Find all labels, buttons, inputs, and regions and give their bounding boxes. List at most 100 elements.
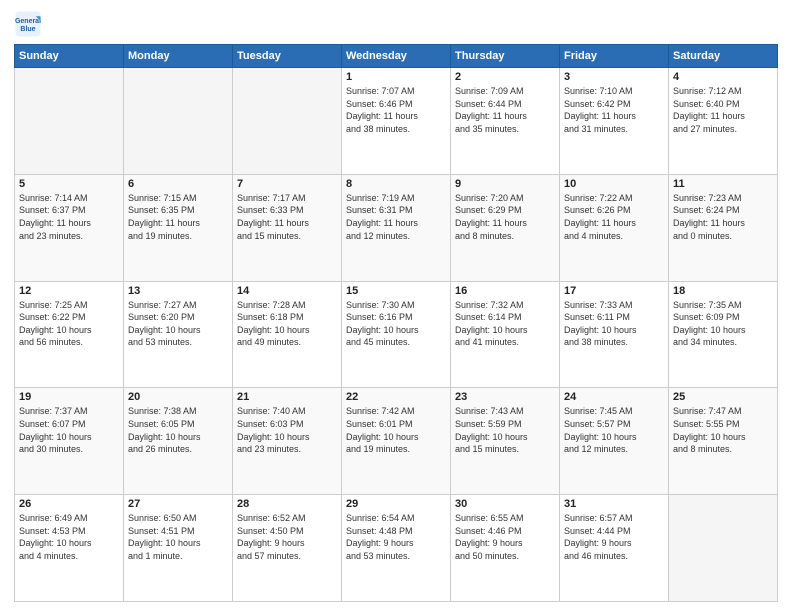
calendar-cell <box>15 68 124 175</box>
calendar-cell: 31 Sunrise: 6:57 AM Sunset: 4:44 PM Dayli… <box>560 495 669 602</box>
day-info: Sunrise: 7:17 AM Sunset: 6:33 PM Dayligh… <box>237 192 337 242</box>
day-info: Sunrise: 6:49 AM Sunset: 4:53 PM Dayligh… <box>19 512 119 562</box>
day-info: Sunrise: 7:12 AM Sunset: 6:40 PM Dayligh… <box>673 85 773 135</box>
day-number: 25 <box>673 391 773 403</box>
day-number: 20 <box>128 391 228 403</box>
calendar-cell: 13 Sunrise: 7:27 AM Sunset: 6:20 PM Dayli… <box>124 281 233 388</box>
day-number: 6 <box>128 178 228 190</box>
day-number: 14 <box>237 285 337 297</box>
calendar-cell: 28 Sunrise: 6:52 AM Sunset: 4:50 PM Dayli… <box>233 495 342 602</box>
calendar-cell: 9 Sunrise: 7:20 AM Sunset: 6:29 PM Daylig… <box>451 174 560 281</box>
calendar-body: 1Sunrise: 7:07 AM Sunset: 6:46 PM Daylig… <box>15 68 778 602</box>
day-number: 5 <box>19 178 119 190</box>
day-info: Sunrise: 7:35 AM Sunset: 6:09 PM Dayligh… <box>673 299 773 349</box>
logo-icon: General Blue <box>14 10 42 38</box>
day-number: 19 <box>19 391 119 403</box>
day-info: Sunrise: 7:27 AM Sunset: 6:20 PM Dayligh… <box>128 299 228 349</box>
day-info: Sunrise: 7:33 AM Sunset: 6:11 PM Dayligh… <box>564 299 664 349</box>
day-info: Sunrise: 7:43 AM Sunset: 5:59 PM Dayligh… <box>455 405 555 455</box>
calendar-cell: 15 Sunrise: 7:30 AM Sunset: 6:16 PM Dayli… <box>342 281 451 388</box>
day-info: Sunrise: 7:42 AM Sunset: 6:01 PM Dayligh… <box>346 405 446 455</box>
day-info: Sunrise: 6:52 AM Sunset: 4:50 PM Dayligh… <box>237 512 337 562</box>
day-info: Sunrise: 6:54 AM Sunset: 4:48 PM Dayligh… <box>346 512 446 562</box>
day-number: 11 <box>673 178 773 190</box>
calendar-cell <box>233 68 342 175</box>
day-number: 30 <box>455 498 555 510</box>
weekday-header: Friday <box>560 45 669 68</box>
day-info: Sunrise: 7:07 AM Sunset: 6:46 PM Dayligh… <box>346 85 446 135</box>
calendar-cell: 25 Sunrise: 7:47 AM Sunset: 5:55 PM Dayli… <box>669 388 778 495</box>
day-info: Sunrise: 7:37 AM Sunset: 6:07 PM Dayligh… <box>19 405 119 455</box>
calendar-cell: 27 Sunrise: 6:50 AM Sunset: 4:51 PM Dayli… <box>124 495 233 602</box>
day-number: 13 <box>128 285 228 297</box>
calendar-cell: 26Sunrise: 6:49 AM Sunset: 4:53 PM Dayli… <box>15 495 124 602</box>
day-number: 28 <box>237 498 337 510</box>
calendar-cell: 22 Sunrise: 7:42 AM Sunset: 6:01 PM Dayli… <box>342 388 451 495</box>
calendar-cell: 5 Sunrise: 7:14 AM Sunset: 6:37 PM Daylig… <box>15 174 124 281</box>
day-number: 17 <box>564 285 664 297</box>
day-number: 10 <box>564 178 664 190</box>
weekday-header: Saturday <box>669 45 778 68</box>
calendar-cell: 23 Sunrise: 7:43 AM Sunset: 5:59 PM Dayli… <box>451 388 560 495</box>
calendar-cell: 6Sunrise: 7:15 AM Sunset: 6:35 PM Daylig… <box>124 174 233 281</box>
day-number: 15 <box>346 285 446 297</box>
calendar-week-row: 26Sunrise: 6:49 AM Sunset: 4:53 PM Dayli… <box>15 495 778 602</box>
calendar-cell: 18Sunrise: 7:35 AM Sunset: 6:09 PM Dayli… <box>669 281 778 388</box>
calendar-cell: 8 Sunrise: 7:19 AM Sunset: 6:31 PM Daylig… <box>342 174 451 281</box>
weekday-header: Sunday <box>15 45 124 68</box>
day-info: Sunrise: 7:47 AM Sunset: 5:55 PM Dayligh… <box>673 405 773 455</box>
day-number: 24 <box>564 391 664 403</box>
day-info: Sunrise: 7:20 AM Sunset: 6:29 PM Dayligh… <box>455 192 555 242</box>
calendar-cell: 10 Sunrise: 7:22 AM Sunset: 6:26 PM Dayli… <box>560 174 669 281</box>
weekday-header: Monday <box>124 45 233 68</box>
calendar-cell <box>124 68 233 175</box>
calendar-week-row: 1Sunrise: 7:07 AM Sunset: 6:46 PM Daylig… <box>15 68 778 175</box>
calendar-week-row: 5 Sunrise: 7:14 AM Sunset: 6:37 PM Daylig… <box>15 174 778 281</box>
calendar-cell: 3Sunrise: 7:10 AM Sunset: 6:42 PM Daylig… <box>560 68 669 175</box>
day-number: 31 <box>564 498 664 510</box>
weekday-header: Wednesday <box>342 45 451 68</box>
calendar-cell: 30Sunrise: 6:55 AM Sunset: 4:46 PM Dayli… <box>451 495 560 602</box>
calendar-header: SundayMondayTuesdayWednesdayThursdayFrid… <box>15 45 778 68</box>
day-info: Sunrise: 7:22 AM Sunset: 6:26 PM Dayligh… <box>564 192 664 242</box>
day-number: 27 <box>128 498 228 510</box>
day-number: 7 <box>237 178 337 190</box>
day-info: Sunrise: 6:50 AM Sunset: 4:51 PM Dayligh… <box>128 512 228 562</box>
day-info: Sunrise: 7:30 AM Sunset: 6:16 PM Dayligh… <box>346 299 446 349</box>
calendar-table: SundayMondayTuesdayWednesdayThursdayFrid… <box>14 44 778 602</box>
day-info: Sunrise: 7:38 AM Sunset: 6:05 PM Dayligh… <box>128 405 228 455</box>
day-info: Sunrise: 7:14 AM Sunset: 6:37 PM Dayligh… <box>19 192 119 242</box>
calendar-cell: 24 Sunrise: 7:45 AM Sunset: 5:57 PM Dayli… <box>560 388 669 495</box>
day-number: 9 <box>455 178 555 190</box>
calendar-cell: 17 Sunrise: 7:33 AM Sunset: 6:11 PM Dayli… <box>560 281 669 388</box>
day-info: Sunrise: 7:09 AM Sunset: 6:44 PM Dayligh… <box>455 85 555 135</box>
day-info: Sunrise: 7:28 AM Sunset: 6:18 PM Dayligh… <box>237 299 337 349</box>
day-number: 2 <box>455 71 555 83</box>
day-info: Sunrise: 7:19 AM Sunset: 6:31 PM Dayligh… <box>346 192 446 242</box>
calendar-cell: 16Sunrise: 7:32 AM Sunset: 6:14 PM Dayli… <box>451 281 560 388</box>
day-number: 16 <box>455 285 555 297</box>
calendar-week-row: 12 Sunrise: 7:25 AM Sunset: 6:22 PM Dayli… <box>15 281 778 388</box>
calendar-cell: 7 Sunrise: 7:17 AM Sunset: 6:33 PM Daylig… <box>233 174 342 281</box>
calendar-cell: 1Sunrise: 7:07 AM Sunset: 6:46 PM Daylig… <box>342 68 451 175</box>
calendar-cell: 12 Sunrise: 7:25 AM Sunset: 6:22 PM Dayli… <box>15 281 124 388</box>
calendar-cell <box>669 495 778 602</box>
day-info: Sunrise: 7:45 AM Sunset: 5:57 PM Dayligh… <box>564 405 664 455</box>
day-info: Sunrise: 7:40 AM Sunset: 6:03 PM Dayligh… <box>237 405 337 455</box>
day-info: Sunrise: 6:57 AM Sunset: 4:44 PM Dayligh… <box>564 512 664 562</box>
day-info: Sunrise: 7:10 AM Sunset: 6:42 PM Dayligh… <box>564 85 664 135</box>
calendar-cell: 11Sunrise: 7:23 AM Sunset: 6:24 PM Dayli… <box>669 174 778 281</box>
weekday-row: SundayMondayTuesdayWednesdayThursdayFrid… <box>15 45 778 68</box>
calendar-week-row: 19 Sunrise: 7:37 AM Sunset: 6:07 PM Dayli… <box>15 388 778 495</box>
header: General Blue <box>14 10 778 38</box>
calendar-cell: 19 Sunrise: 7:37 AM Sunset: 6:07 PM Dayli… <box>15 388 124 495</box>
calendar-cell: 21Sunrise: 7:40 AM Sunset: 6:03 PM Dayli… <box>233 388 342 495</box>
day-number: 12 <box>19 285 119 297</box>
day-number: 22 <box>346 391 446 403</box>
day-number: 23 <box>455 391 555 403</box>
day-info: Sunrise: 7:25 AM Sunset: 6:22 PM Dayligh… <box>19 299 119 349</box>
calendar-cell: 29Sunrise: 6:54 AM Sunset: 4:48 PM Dayli… <box>342 495 451 602</box>
calendar-cell: 20 Sunrise: 7:38 AM Sunset: 6:05 PM Dayli… <box>124 388 233 495</box>
day-number: 8 <box>346 178 446 190</box>
calendar-cell: 2 Sunrise: 7:09 AM Sunset: 6:44 PM Daylig… <box>451 68 560 175</box>
